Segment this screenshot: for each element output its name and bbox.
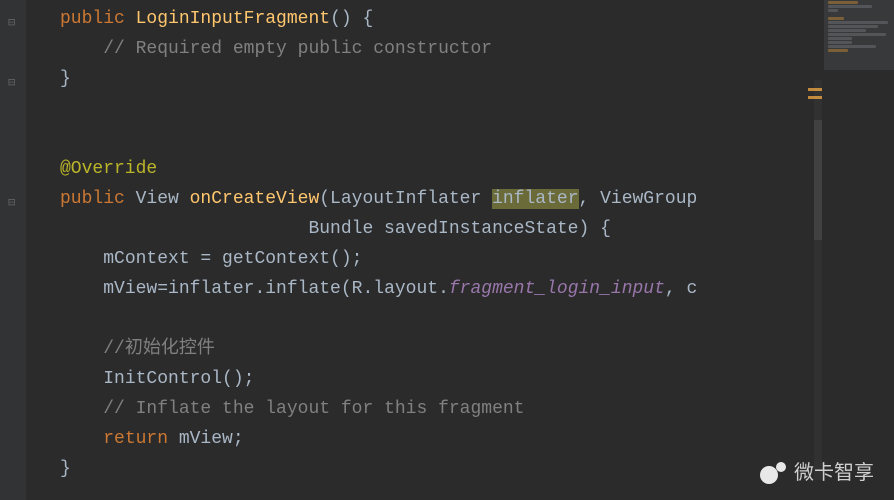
code-line: // Inflate the layout for this fragment — [0, 394, 894, 424]
code-line — [0, 304, 894, 334]
resource-id: fragment_login_input — [449, 279, 665, 299]
wechat-icon — [760, 460, 786, 486]
code-text: mContext = getContext(); — [103, 249, 362, 269]
brace: } — [60, 69, 71, 89]
code-line: mView=inflater.inflate(R.layout.fragment… — [0, 274, 894, 304]
code-line: //初始化控件 — [0, 334, 894, 364]
code-editor[interactable]: public LoginInputFragment() { // Require… — [0, 0, 894, 484]
comment: // Inflate the layout for this fragment — [103, 399, 524, 419]
minimap-line — [828, 45, 876, 48]
minimap-line — [828, 49, 848, 52]
code-text: , c — [665, 279, 697, 299]
minimap-line — [828, 5, 872, 8]
annotation: @Override — [60, 159, 157, 179]
minimap-line — [828, 25, 878, 28]
code-text: (LayoutInflater — [319, 189, 492, 209]
minimap-line — [828, 29, 866, 32]
watermark-text: 微卡智享 — [794, 458, 874, 488]
code-line: return mView; — [0, 424, 894, 454]
code-line: InitControl(); — [0, 364, 894, 394]
keyword: public — [60, 189, 125, 209]
code-line: public View onCreateView(LayoutInflater … — [0, 184, 894, 214]
vertical-scrollbar[interactable] — [814, 80, 822, 480]
code-text: View — [125, 189, 190, 209]
code-line: @Override — [0, 154, 894, 184]
code-text: mView=inflater.inflate(R.layout. — [103, 279, 449, 299]
code-text: , ViewGroup — [579, 189, 698, 209]
comment: //初始化控件 — [103, 339, 215, 359]
minimap-line — [828, 17, 844, 20]
code-text: Bundle savedInstanceState) { — [60, 219, 611, 239]
minimap-line — [828, 41, 852, 44]
code-text: InitControl(); — [103, 369, 254, 389]
code-line: Bundle savedInstanceState) { — [0, 214, 894, 244]
highlighted-identifier: inflater — [492, 189, 578, 209]
code-text: () { — [330, 9, 373, 29]
method-name: onCreateView — [190, 189, 320, 209]
keyword: return — [103, 429, 168, 449]
minimap[interactable] — [824, 0, 894, 70]
code-text: mView; — [168, 429, 244, 449]
minimap-line — [828, 21, 888, 24]
code-line: } — [0, 64, 894, 94]
keyword: public — [60, 9, 125, 29]
code-line: // Required empty public constructor — [0, 34, 894, 64]
code-line: public LoginInputFragment() { — [0, 4, 894, 34]
code-line — [0, 94, 894, 124]
minimap-line — [828, 33, 886, 36]
minimap-line — [828, 1, 858, 4]
comment: // Required empty public constructor — [103, 39, 492, 59]
minimap-line — [828, 37, 852, 40]
minimap-line — [828, 9, 838, 12]
watermark: 微卡智享 — [760, 458, 874, 488]
code-line: mContext = getContext(); — [0, 244, 894, 274]
brace: } — [60, 459, 71, 479]
code-line — [0, 124, 894, 154]
scrollbar-thumb[interactable] — [814, 120, 822, 240]
method-name: LoginInputFragment — [136, 9, 330, 29]
